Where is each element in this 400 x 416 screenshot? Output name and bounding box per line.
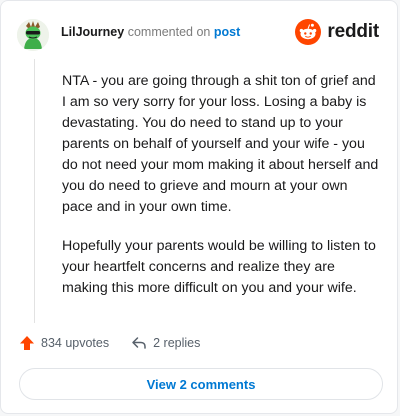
comment-card: LilJourney commented on post reddit NTA … xyxy=(0,0,398,414)
comment-paragraph: Hopefully your parents would be willing … xyxy=(62,238,376,296)
reply-count: 2 replies xyxy=(153,336,201,350)
avatar[interactable] xyxy=(17,19,49,51)
reddit-brand[interactable]: reddit xyxy=(295,19,379,45)
upvote-group[interactable]: 834 upvotes xyxy=(19,335,109,351)
comment-body: NTA - you are going through a shit ton o… xyxy=(62,71,382,317)
comment-paragraph: NTA - you are going through a shit ton o… xyxy=(62,73,379,215)
upvote-count: 834 upvotes xyxy=(41,336,110,350)
thread-line[interactable] xyxy=(34,59,35,323)
reddit-logo-icon xyxy=(295,19,322,45)
avatar-image xyxy=(17,19,49,51)
comment-header: LilJourney commented on post xyxy=(61,25,240,39)
comment-footer: 834 upvotes 2 replies xyxy=(19,335,222,351)
reply-icon[interactable] xyxy=(131,335,147,351)
view-comments-button[interactable]: View 2 comments xyxy=(19,368,383,400)
post-link[interactable]: post xyxy=(214,25,240,39)
upvote-arrow-icon[interactable] xyxy=(19,335,35,351)
brand-name: reddit xyxy=(327,21,379,42)
action-text: commented on xyxy=(127,25,211,39)
username-link[interactable]: LilJourney xyxy=(61,25,124,39)
reply-group[interactable]: 2 replies xyxy=(131,335,200,351)
